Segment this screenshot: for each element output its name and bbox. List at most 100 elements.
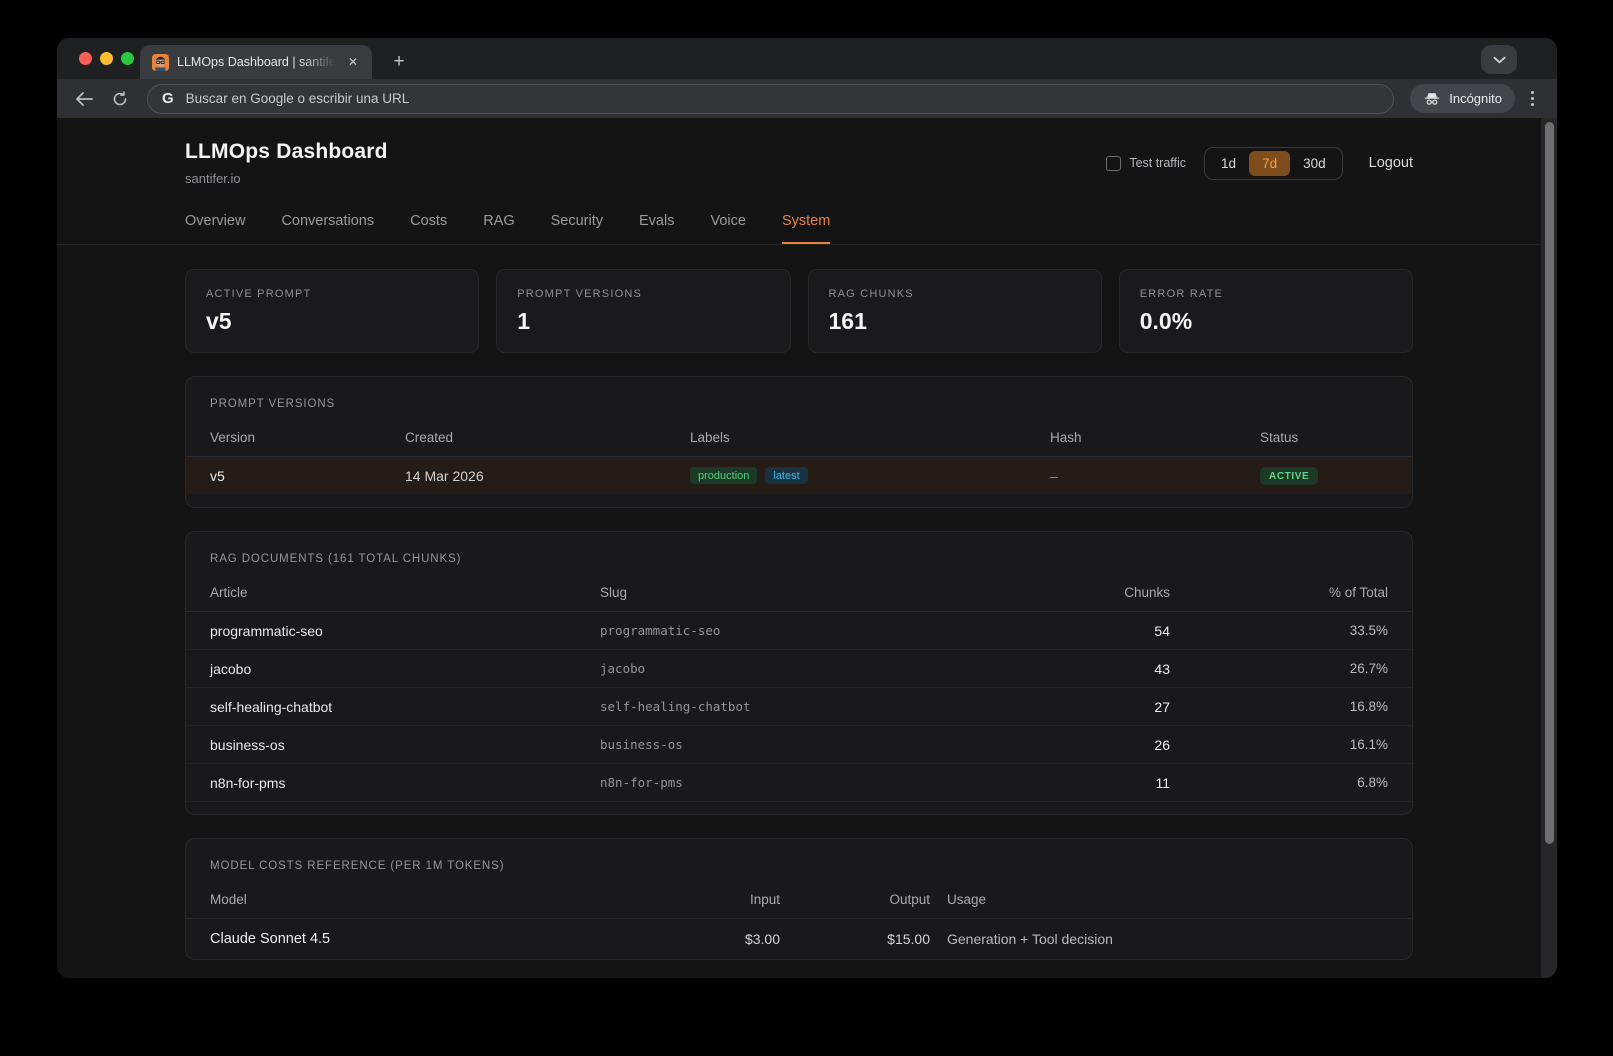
pct-cell: 16.1% [1170,737,1388,752]
tab-conversations[interactable]: Conversations [281,213,374,244]
stat-label: ACTIVE PROMPT [206,288,458,300]
col-created: Created [405,430,690,445]
site-favicon-icon [152,54,169,71]
table-row: v5 14 Mar 2026 production latest – ACTIV… [186,457,1412,494]
range-30d-button[interactable]: 30d [1290,151,1339,176]
col-status: Status [1260,430,1388,445]
dashboard-header: LLMOps Dashboard santifer.io Test traffi… [185,140,1413,186]
col-model: Model [210,892,600,907]
back-button[interactable] [69,84,99,114]
article-cell: n8n-for-pms [210,775,600,791]
browser-toolbar: G Buscar en Google o escribir una URL In… [57,79,1557,118]
panel-title: PROMPT VERSIONS [186,377,1412,410]
slug-cell: n8n-for-pms [600,775,1045,790]
logout-button[interactable]: Logout [1369,155,1413,171]
article-cell: business-os [210,737,600,753]
slug-cell: jacobo [600,661,1045,676]
article-cell: self-healing-chatbot [210,699,600,715]
slug-cell: business-os [600,737,1045,752]
slug-cell: self-healing-chatbot [600,699,1045,714]
model-costs-panel: MODEL COSTS REFERENCE (PER 1M TOKENS) Mo… [185,838,1413,960]
scrollbar-thumb[interactable] [1545,122,1554,844]
col-hash: Hash [1050,430,1260,445]
window-minimize-button[interactable] [100,52,113,65]
output-cost-cell: $15.00 [780,931,930,947]
prompt-versions-panel: PROMPT VERSIONS Version Created Labels H… [185,376,1413,508]
test-traffic-checkbox[interactable] [1106,156,1121,171]
table-row: jacobo jacobo 43 26.7% [186,650,1412,688]
stat-card-active-prompt: ACTIVE PROMPT v5 [185,269,479,353]
pct-cell: 16.8% [1170,699,1388,714]
scrollbar-track[interactable] [1541,118,1557,978]
browser-tab[interactable]: LLMOps Dashboard | santifer ✕ [140,45,372,79]
tab-title: LLMOps Dashboard | santifer [177,55,336,69]
nav-tabbar: Overview Conversations Costs RAG Securit… [57,213,1541,245]
chunks-cell: 26 [1045,737,1170,753]
article-cell: programmatic-seo [210,623,600,639]
google-g-icon: G [162,90,174,107]
col-input: Input [600,892,780,907]
test-traffic-toggle[interactable]: Test traffic [1106,156,1186,171]
col-chunks: Chunks [1045,585,1170,600]
input-cost-cell: $3.00 [600,931,780,947]
col-labels: Labels [690,430,1050,445]
reload-button[interactable] [105,84,135,114]
address-bar[interactable]: G Buscar en Google o escribir una URL [147,84,1394,114]
tab-rag[interactable]: RAG [483,213,514,244]
window-controls [79,52,134,65]
table-header: Version Created Labels Hash Status [186,410,1412,457]
page-subtitle: santifer.io [185,171,388,186]
page-content: LLMOps Dashboard santifer.io Test traffi… [57,118,1557,978]
chunks-cell: 54 [1045,623,1170,639]
col-output: Output [780,892,930,907]
production-badge: production [690,467,757,484]
tab-voice[interactable]: Voice [710,213,745,244]
range-1d-button[interactable]: 1d [1208,151,1249,176]
table-header: Article Slug Chunks % of Total [186,565,1412,612]
stat-card-error-rate: ERROR RATE 0.0% [1119,269,1413,353]
tab-close-icon[interactable]: ✕ [344,53,362,71]
tab-strip: LLMOps Dashboard | santifer ✕ + [57,38,1557,79]
test-traffic-label: Test traffic [1129,156,1186,170]
tab-search-button[interactable] [1481,45,1517,74]
incognito-label: Incógnito [1449,91,1502,106]
stat-value: 161 [829,308,1081,335]
rag-documents-panel: RAG DOCUMENTS (161 TOTAL CHUNKS) Article… [185,531,1413,815]
date-range-selector: 1d 7d 30d [1204,147,1343,180]
stat-cards: ACTIVE PROMPT v5 PROMPT VERSIONS 1 RAG C… [185,269,1413,353]
browser-menu-button[interactable] [1521,84,1543,114]
back-arrow-icon [75,92,93,106]
pct-cell: 6.8% [1170,775,1388,790]
stat-label: RAG CHUNKS [829,288,1081,300]
incognito-badge: Incógnito [1410,84,1515,113]
window-zoom-button[interactable] [121,52,134,65]
active-status-badge: ACTIVE [1260,467,1318,485]
page-title: LLMOps Dashboard [185,140,388,164]
table-row: n8n-for-pms n8n-for-pms 11 6.8% [186,764,1412,802]
reload-icon [112,91,128,107]
new-tab-button[interactable]: + [385,48,413,76]
panel-title: MODEL COSTS REFERENCE (PER 1M TOKENS) [186,839,1412,872]
status-cell: ACTIVE [1260,466,1388,486]
table-row: programmatic-seo programmatic-seo 54 33.… [186,612,1412,650]
chunks-cell: 11 [1045,775,1170,791]
tab-overview[interactable]: Overview [185,213,245,244]
table-header: Model Input Output Usage [186,872,1412,919]
browser-window: LLMOps Dashboard | santifer ✕ + [57,38,1557,978]
chunks-cell: 27 [1045,699,1170,715]
window-close-button[interactable] [79,52,92,65]
stat-value: 0.0% [1140,308,1392,335]
col-version: Version [210,430,405,445]
created-cell: 14 Mar 2026 [405,468,690,484]
pct-cell: 33.5% [1170,623,1388,638]
usage-cell: Generation + Tool decision [930,931,1388,947]
address-bar-placeholder: Buscar en Google o escribir una URL [186,91,410,106]
tab-system[interactable]: System [782,213,830,244]
tab-costs[interactable]: Costs [410,213,447,244]
stat-value: v5 [206,308,458,335]
chevron-down-icon [1493,56,1506,64]
tab-evals[interactable]: Evals [639,213,674,244]
range-7d-button[interactable]: 7d [1249,151,1290,176]
stat-label: ERROR RATE [1140,288,1392,300]
tab-security[interactable]: Security [551,213,603,244]
